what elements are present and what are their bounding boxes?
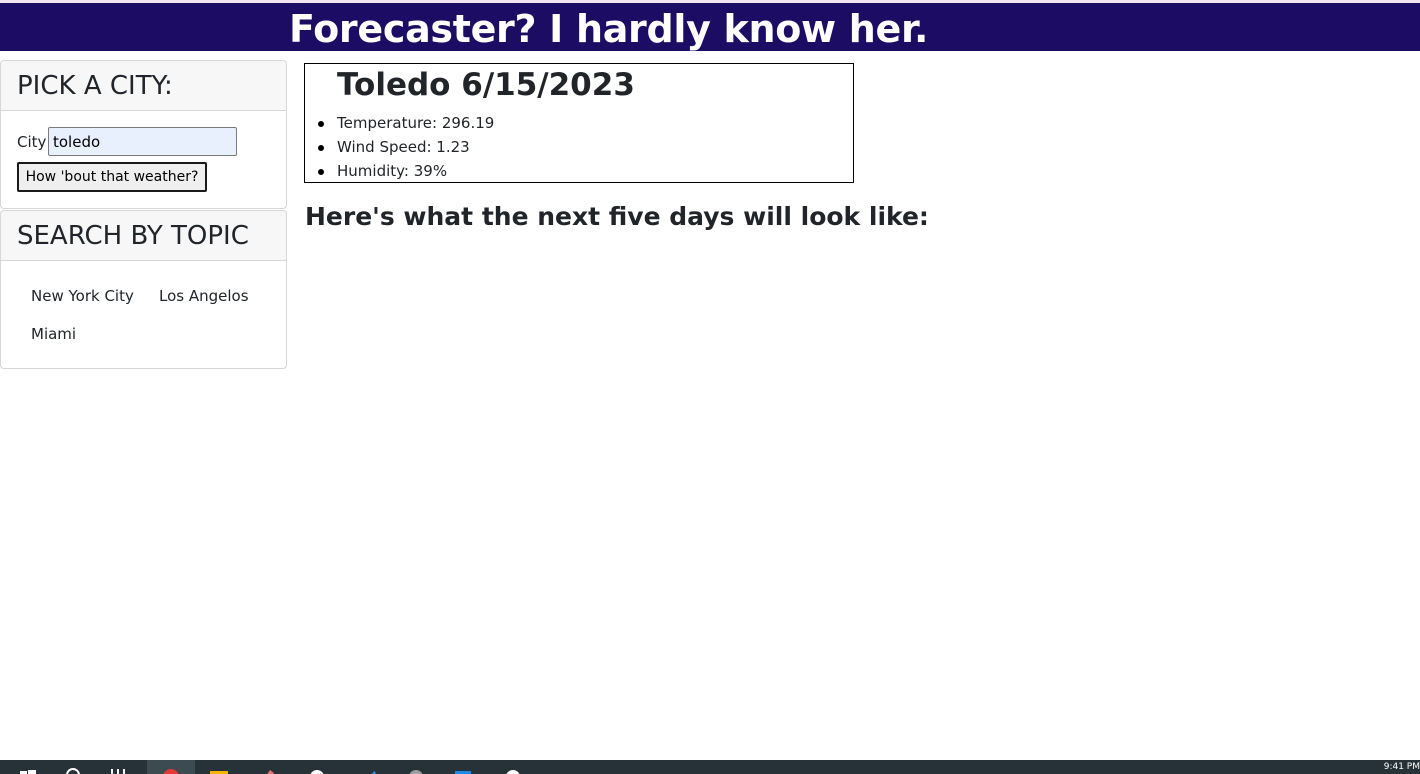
app-title: Forecaster? I hardly know her. <box>289 7 929 51</box>
chrome-icon[interactable] <box>161 765 181 774</box>
humidity-text: Humidity: 39% <box>337 162 448 180</box>
temperature-stat: Temperature: 296.19 <box>318 111 495 135</box>
topic-link-los-angelos[interactable]: Los Angelos <box>159 287 249 305</box>
wind-speed-text: Wind Speed: 1.23 <box>337 138 470 156</box>
search-by-topic-card-header: SEARCH BY TOPIC <box>1 211 286 261</box>
city-search-form: City How 'bout that weather? <box>1 111 286 208</box>
app-header: Forecaster? I hardly know her. <box>0 3 1420 51</box>
search-by-topic-heading: SEARCH BY TOPIC <box>17 221 249 251</box>
start-icon[interactable] <box>18 765 38 774</box>
bullet-icon <box>318 121 324 127</box>
get-weather-button[interactable]: How 'bout that weather? <box>17 162 207 192</box>
topic-link-miami[interactable]: Miami <box>31 325 76 343</box>
calendar-icon[interactable] <box>453 765 473 774</box>
bullet-icon <box>318 169 324 175</box>
search-by-topic-card: SEARCH BY TOPIC New York City Los Angelo… <box>0 210 287 369</box>
topic-list: New York City Los Angelos Miami <box>1 261 286 366</box>
current-weather-panel: Toledo 6/15/2023 Temperature: 296.19 Win… <box>304 63 854 183</box>
topic-link-new-york-city[interactable]: New York City <box>31 287 134 305</box>
app-icon[interactable] <box>307 765 327 774</box>
current-weather-title: Toledo 6/15/2023 <box>337 67 635 103</box>
search-icon[interactable] <box>63 765 83 774</box>
pick-city-heading: PICK A CITY: <box>17 71 173 101</box>
city-label: City <box>17 133 47 151</box>
temperature-text: Temperature: 296.19 <box>337 114 495 132</box>
task-view-icon[interactable] <box>108 765 128 774</box>
os-taskbar: 9:41 PM <box>0 760 1420 774</box>
paint-icon[interactable] <box>258 765 278 774</box>
wind-speed-stat: Wind Speed: 1.23 <box>318 135 494 159</box>
settings-icon[interactable] <box>406 765 426 774</box>
bullet-icon <box>318 145 324 151</box>
pick-city-card: PICK A CITY: City How 'bout that weather… <box>0 60 287 209</box>
humidity-stat: Humidity: 39% <box>318 159 494 183</box>
clock-icon[interactable] <box>503 765 523 774</box>
file-explorer-icon[interactable] <box>209 765 229 774</box>
pick-city-card-header: PICK A CITY: <box>1 61 286 111</box>
taskbar-clock[interactable]: 9:41 PM <box>1384 762 1420 772</box>
city-input[interactable] <box>48 127 237 156</box>
vscode-icon[interactable] <box>360 765 380 774</box>
five-day-forecast-title: Here's what the next five days will look… <box>305 202 929 231</box>
current-weather-stats: Temperature: 296.19 Wind Speed: 1.23 Hum… <box>318 111 495 183</box>
